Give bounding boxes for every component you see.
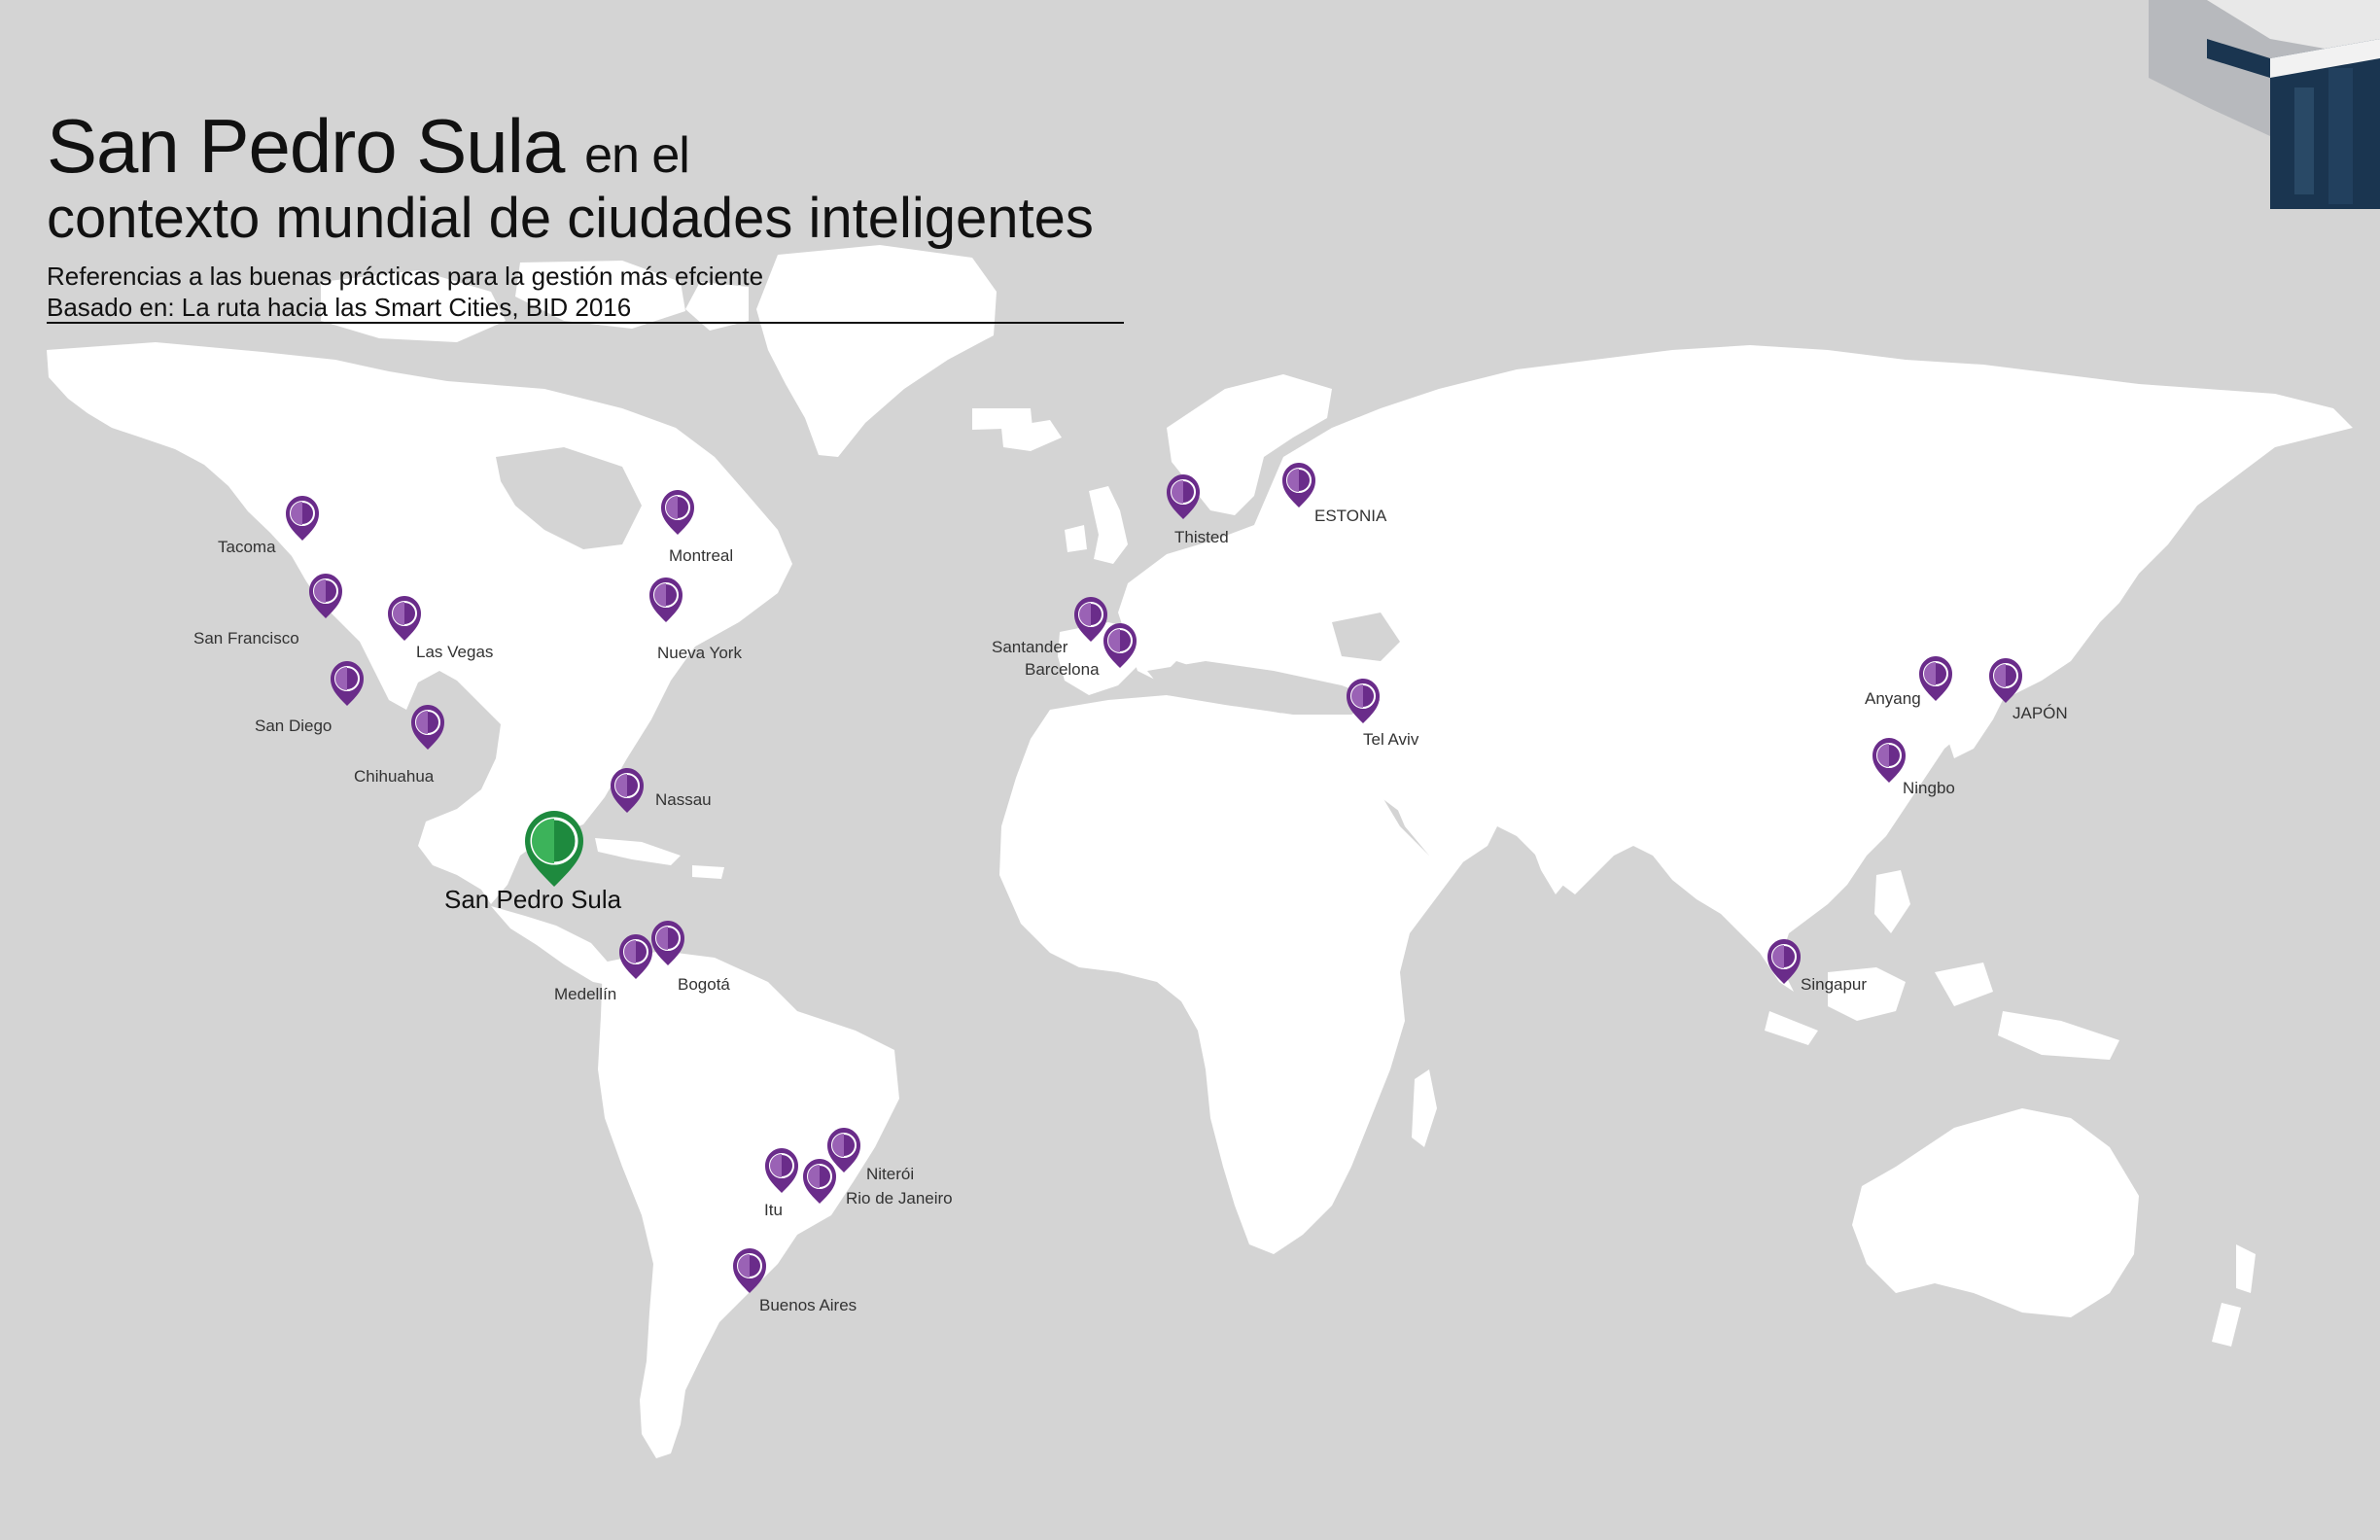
city-label-san-francisco: San Francisco (193, 629, 299, 648)
city-label-las-vegas: Las Vegas (416, 643, 494, 661)
city-label-santander: Santander (992, 638, 1068, 656)
city-pin-nueva-york[interactable] (648, 577, 683, 623)
city-pin-thisted[interactable] (1166, 473, 1201, 520)
city-pin-santander[interactable] (1073, 596, 1108, 643)
city-pin-san-diego[interactable] (330, 660, 365, 707)
city-label-itu: Itu (764, 1201, 783, 1219)
city-pin-buenos-aires[interactable] (732, 1247, 767, 1294)
city-pin-japon[interactable] (1988, 657, 2023, 704)
city-pin-tel-aviv[interactable] (1346, 678, 1381, 724)
city-label-buenos-aires: Buenos Aires (759, 1296, 858, 1314)
city-label-chihuahua: Chihuahua (354, 767, 435, 786)
city-pin-bogota[interactable] (650, 920, 685, 966)
city-label-anyang: Anyang (1865, 689, 1921, 708)
city-pin-singapur[interactable] (1767, 938, 1802, 985)
city-pin-las-vegas[interactable] (387, 595, 422, 642)
city-pin-chihuahua[interactable] (410, 704, 445, 751)
city-pin-tacoma[interactable] (285, 495, 320, 542)
city-label-tacoma: Tacoma (218, 538, 276, 556)
city-label-japon: JAPÓN (2012, 704, 2068, 722)
city-pin-ningbo[interactable] (1872, 737, 1907, 784)
city-pin-itu[interactable] (764, 1147, 799, 1194)
city-label-thisted: Thisted (1174, 528, 1229, 546)
title-connector: en el (584, 127, 690, 184)
city-pin-barcelona[interactable] (1102, 622, 1138, 669)
city-label-nassau: Nassau (655, 790, 712, 809)
city-pin-san-francisco[interactable] (308, 573, 343, 619)
title-block: San Pedro Sula en el contexto mundial de… (47, 105, 1094, 323)
title-city: San Pedro Sula (47, 103, 565, 189)
city-label-medellin: Medellín (554, 985, 617, 1003)
city-pin-anyang[interactable] (1918, 655, 1953, 702)
city-label-nueva-york: Nueva York (657, 644, 742, 662)
city-pin-nassau[interactable] (610, 767, 645, 814)
city-label-niteroi: Niterói (866, 1165, 915, 1183)
city-label-rio-de-janeiro: Rio de Janeiro (846, 1189, 953, 1208)
highlight-pin-san-pedro-sula[interactable] (525, 811, 583, 887)
page-title-line2: contexto mundial de ciudades inteligente… (47, 187, 1094, 250)
city-label-ningbo: Ningbo (1903, 779, 1955, 797)
subtitle-line1: Referencias a las buenas prácticas para … (47, 262, 764, 291)
city-pin-medellin[interactable] (618, 933, 653, 980)
title-divider (47, 322, 1124, 324)
city-label-montreal: Montreal (669, 546, 734, 565)
city-pin-estonia[interactable] (1281, 462, 1316, 508)
city-label-estonia: ESTONIA (1314, 507, 1387, 525)
city-label-san-diego: San Diego (255, 717, 332, 735)
city-label-tel-aviv: Tel Aviv (1363, 730, 1419, 749)
page-title: San Pedro Sula en el (47, 105, 1094, 196)
city-pin-montreal[interactable] (660, 489, 695, 536)
city-label-barcelona: Barcelona (1025, 660, 1100, 679)
city-label-bogota: Bogotá (678, 975, 730, 994)
highlight-label-san-pedro-sula: San Pedro Sula (444, 885, 622, 914)
city-pin-rio-de-janeiro[interactable] (802, 1158, 837, 1205)
city-label-singapur: Singapur (1801, 975, 1868, 994)
subtitle: Referencias a las buenas prácticas para … (47, 261, 1094, 323)
subtitle-line2: Basado en: La ruta hacia las Smart Citie… (47, 293, 632, 322)
